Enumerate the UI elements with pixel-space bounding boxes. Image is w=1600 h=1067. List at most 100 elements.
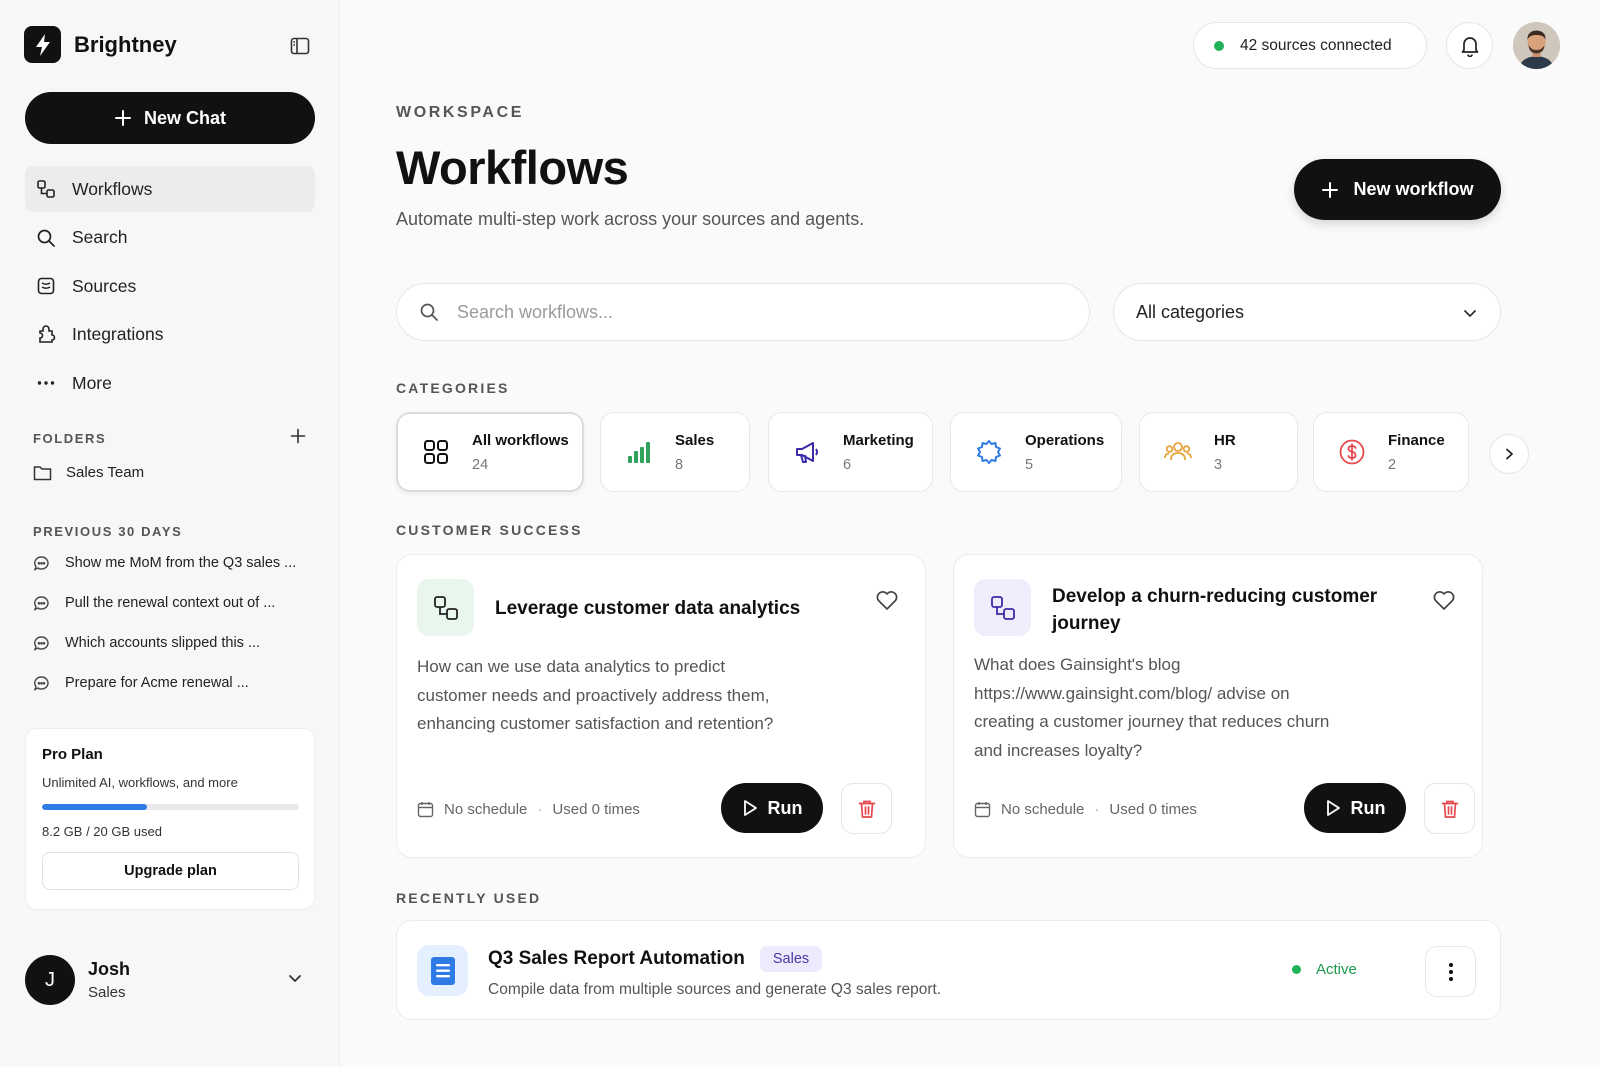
category-count: 6 <box>843 456 852 473</box>
category-card-finance[interactable]: Finance 2 <box>1313 412 1469 492</box>
bell-icon <box>1460 35 1480 57</box>
sidebar-item-label: Integrations <box>72 324 164 344</box>
new-chat-button[interactable]: New Chat <box>25 92 315 144</box>
category-next-button[interactable] <box>1489 434 1529 474</box>
run-button[interactable]: Run <box>721 783 823 833</box>
sidebar-item-integrations[interactable]: Integrations <box>25 312 315 358</box>
category-card-operations[interactable]: Operations 5 <box>950 412 1122 492</box>
sidebar-item-sources[interactable]: Sources <box>25 263 315 309</box>
sidebar-item-label: Sources <box>72 275 137 296</box>
workflow-title: Develop a churn-reducing customer journe… <box>1052 586 1378 634</box>
delete-button[interactable] <box>1424 783 1475 834</box>
section-label: CUSTOMER SUCCESS <box>396 522 583 538</box>
category-name: HR <box>1214 431 1236 449</box>
status-dot <box>1214 40 1224 51</box>
history-item-label: Prepare for Acme renewal ... <box>65 675 249 691</box>
category-name: All workflows <box>472 431 569 449</box>
categories-label: CATEGORIES <box>396 380 510 396</box>
sidebar-item-search[interactable]: Search <box>25 215 315 261</box>
workflow-icon <box>417 579 474 636</box>
search-input[interactable] <box>457 301 1017 323</box>
status-dot <box>1292 965 1301 974</box>
recent-workflow-row[interactable]: Q3 Sales Report Automation Sales Compile… <box>396 920 1501 1020</box>
megaphone-icon <box>791 436 823 468</box>
sidebar-item-more[interactable]: More <box>25 360 315 406</box>
category-card-hr[interactable]: HR 3 <box>1139 412 1298 492</box>
category-count: 24 <box>472 456 489 473</box>
folders-label: FOLDERS <box>33 431 107 446</box>
folder-label: Sales Team <box>66 464 145 481</box>
history-label: PREVIOUS 30 DAYS <box>33 524 183 539</box>
category-card-sales[interactable]: Sales 8 <box>600 412 750 492</box>
workflow-icon <box>35 178 57 200</box>
workflow-card[interactable]: Leverage customer data analytics How can… <box>396 554 926 858</box>
category-count: 5 <box>1025 456 1034 473</box>
user-menu[interactable]: J Josh Sales <box>25 955 315 1005</box>
heart-icon[interactable] <box>1432 589 1456 611</box>
category-name: Finance <box>1388 431 1445 449</box>
run-button[interactable]: Run <box>1304 783 1406 833</box>
chat-bubble-icon <box>33 675 50 692</box>
status-label: Active <box>1316 961 1357 978</box>
row-menu-button[interactable] <box>1425 946 1476 997</box>
plus-icon <box>1321 181 1339 199</box>
chat-bubble-icon <box>33 555 50 572</box>
history-item-label: Show me MoM from the Q3 sales ... <box>65 555 297 571</box>
history-item-label: Pull the renewal context out of ... <box>65 595 276 611</box>
new-workflow-label: New workflow <box>1353 179 1474 199</box>
category-select[interactable]: All categories <box>1113 283 1501 341</box>
history-item[interactable]: Show me MoM from the Q3 sales ... <box>33 543 296 583</box>
history-item[interactable]: Which accounts slipped this ... <box>33 623 296 663</box>
profile-avatar[interactable] <box>1513 22 1560 69</box>
workflow-schedule: No schedule <box>444 801 528 818</box>
plan-card: Pro Plan Unlimited AI, workflows, and mo… <box>25 728 315 910</box>
sources-label: 42 sources connected <box>1240 36 1392 54</box>
category-select-value: All categories <box>1136 301 1245 322</box>
workflow-search[interactable] <box>396 283 1090 341</box>
category-count: 2 <box>1388 456 1397 473</box>
notifications-button[interactable] <box>1446 22 1493 69</box>
workflow-description: How can we use data analytics to predict… <box>417 657 774 733</box>
people-icon <box>1162 436 1194 468</box>
sidebar-toggle-icon[interactable] <box>289 35 311 57</box>
category-count: 3 <box>1214 456 1223 473</box>
history-item[interactable]: Prepare for Acme renewal ... <box>33 663 296 703</box>
recent-label: RECENTLY USED <box>396 890 542 906</box>
category-name: Marketing <box>843 431 914 449</box>
category-card-all[interactable]: All workflows 24 <box>396 412 584 492</box>
new-workflow-button[interactable]: New workflow <box>1294 159 1501 220</box>
status-badge: Active <box>1292 961 1357 978</box>
recent-description: Compile data from multiple sources and g… <box>488 981 942 998</box>
brand-name: Brightney <box>74 31 177 57</box>
category-card-marketing[interactable]: Marketing 6 <box>768 412 933 492</box>
new-chat-label: New Chat <box>143 107 226 128</box>
storage-progress-fill <box>42 804 148 810</box>
storage-progress-bar <box>42 804 299 810</box>
folder-item[interactable]: Sales Team <box>33 464 144 481</box>
bolt-logo-icon <box>24 26 61 63</box>
history-item[interactable]: Pull the renewal context out of ... <box>33 583 296 623</box>
heart-icon[interactable] <box>875 589 899 611</box>
brand[interactable]: Brightney <box>24 26 177 63</box>
trash-icon <box>1441 799 1459 819</box>
page-eyebrow: WORKSPACE <box>396 104 524 121</box>
database-icon <box>35 275 57 297</box>
delete-button[interactable] <box>841 783 892 834</box>
calendar-icon <box>417 801 434 818</box>
play-icon <box>1325 799 1341 817</box>
run-label: Run <box>767 797 803 818</box>
gear-icon <box>973 436 1005 468</box>
user-name: Josh <box>88 959 131 979</box>
puzzle-icon <box>35 324 57 346</box>
sources-status-pill[interactable]: 42 sources connected <box>1193 22 1427 69</box>
avatar: J <box>25 955 75 1005</box>
workflow-title: Leverage customer data analytics <box>495 598 801 619</box>
category-count: 8 <box>675 456 684 473</box>
workflow-icon <box>974 579 1031 636</box>
add-folder-icon[interactable] <box>290 428 306 444</box>
workflow-card[interactable]: Develop a churn-reducing customer journe… <box>953 554 1483 858</box>
chevron-down-icon <box>1462 305 1478 321</box>
upgrade-plan-button[interactable]: Upgrade plan <box>42 852 299 890</box>
sidebar-item-workflows[interactable]: Workflows <box>25 166 315 212</box>
chevron-right-icon <box>1502 447 1516 461</box>
